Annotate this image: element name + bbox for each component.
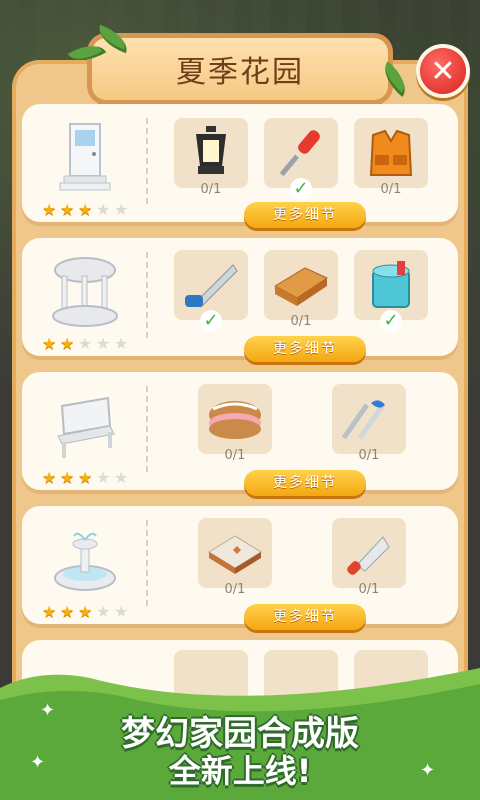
item-count: 0/1 <box>290 314 312 329</box>
star-icon: ★ <box>42 200 57 219</box>
item-count: 0/1 <box>224 448 246 463</box>
star-icon: ★ <box>114 468 129 487</box>
close-icon: ✕ <box>430 53 456 89</box>
saw-icon <box>185 264 238 308</box>
check-icon: ✓ <box>200 310 222 332</box>
star-icon: ★ <box>60 468 75 487</box>
task-card-bench[interactable]: 0/1 0/1 ★ ★ ★ ★ ★ 更多细节 <box>22 372 458 496</box>
task-card-fountain[interactable]: 0/1 0/1 ★ ★ ★ ★ ★ 更多细节 <box>22 506 458 630</box>
star-icon: ★ <box>60 602 75 621</box>
star-icon: ★ <box>114 200 129 219</box>
item-count: 0/1 <box>358 448 380 463</box>
item-wood-planks[interactable] <box>264 250 338 320</box>
star-icon: ★ <box>96 200 111 219</box>
item-count: 0/1 <box>380 182 402 197</box>
more-details-button[interactable]: 更多细节 <box>244 336 366 362</box>
more-details-button[interactable]: 更多细节 <box>244 604 366 630</box>
close-button[interactable]: ✕ <box>420 48 466 94</box>
vest-icon <box>369 129 413 176</box>
lantern-icon <box>196 126 226 174</box>
star-icon: ★ <box>78 200 93 219</box>
star-icon: ★ <box>42 468 57 487</box>
check-icon: ✓ <box>380 310 402 332</box>
star-icon: ★ <box>78 602 93 621</box>
task-card-door[interactable]: 0/1 ✓ 0/1 ★ ★ ★ ★ ★ 更多细节 <box>22 104 458 228</box>
star-rating: ★ ★ ★ ★ ★ <box>42 470 130 486</box>
item-lantern[interactable] <box>174 118 248 188</box>
star-icon: ★ <box>60 200 75 219</box>
screwdriver-icon <box>279 130 320 177</box>
check-icon: ✓ <box>290 178 312 200</box>
title-plate: 夏季花园 <box>92 38 388 100</box>
item-vest[interactable] <box>354 118 428 188</box>
star-rating: ★ ★ ★ ★ ★ <box>42 336 130 352</box>
item-count: 0/1 <box>224 582 246 597</box>
paint-bucket-icon <box>372 261 410 308</box>
star-icon: ★ <box>96 468 111 487</box>
item-cake[interactable] <box>198 384 272 454</box>
star-icon: ★ <box>78 468 93 487</box>
promo-subtitle: 全新上线! <box>168 752 312 790</box>
item-trowel[interactable] <box>332 518 406 588</box>
item-tiles[interactable] <box>198 518 272 588</box>
star-icon: ★ <box>78 334 93 353</box>
star-icon: ★ <box>42 334 57 353</box>
star-icon: ★ <box>114 334 129 353</box>
divider <box>146 118 148 204</box>
star-icon: ★ <box>96 334 111 353</box>
more-details-button[interactable]: 更多细节 <box>244 202 366 228</box>
task-card-gazebo[interactable]: ✓ 0/1 ✓ ★ ★ ★ ★ ★ 更多细节 <box>22 238 458 362</box>
divider <box>146 386 148 472</box>
wood-planks-icon <box>273 267 329 306</box>
item-count: 0/1 <box>200 182 222 197</box>
bench-icon <box>57 396 115 458</box>
fountain-icon <box>54 532 116 591</box>
star-rating: ★ ★ ★ ★ ★ <box>42 202 130 218</box>
star-rating: ★ ★ ★ ★ ★ <box>42 604 130 620</box>
divider <box>146 520 148 606</box>
more-details-button[interactable]: 更多细节 <box>244 470 366 496</box>
door-icon <box>59 123 111 191</box>
star-icon: ★ <box>42 602 57 621</box>
divider <box>146 252 148 338</box>
tiles-icon <box>208 535 262 574</box>
star-icon: ★ <box>60 334 75 353</box>
item-count: 0/1 <box>358 582 380 597</box>
star-icon: ★ <box>114 602 129 621</box>
page-title: 夏季花园 <box>176 55 304 90</box>
cake-icon <box>209 401 261 439</box>
cutlery-icon <box>341 400 385 440</box>
trowel-icon <box>347 536 390 575</box>
gazebo-icon <box>52 257 118 327</box>
star-icon: ★ <box>96 602 111 621</box>
item-cutlery[interactable] <box>332 384 406 454</box>
